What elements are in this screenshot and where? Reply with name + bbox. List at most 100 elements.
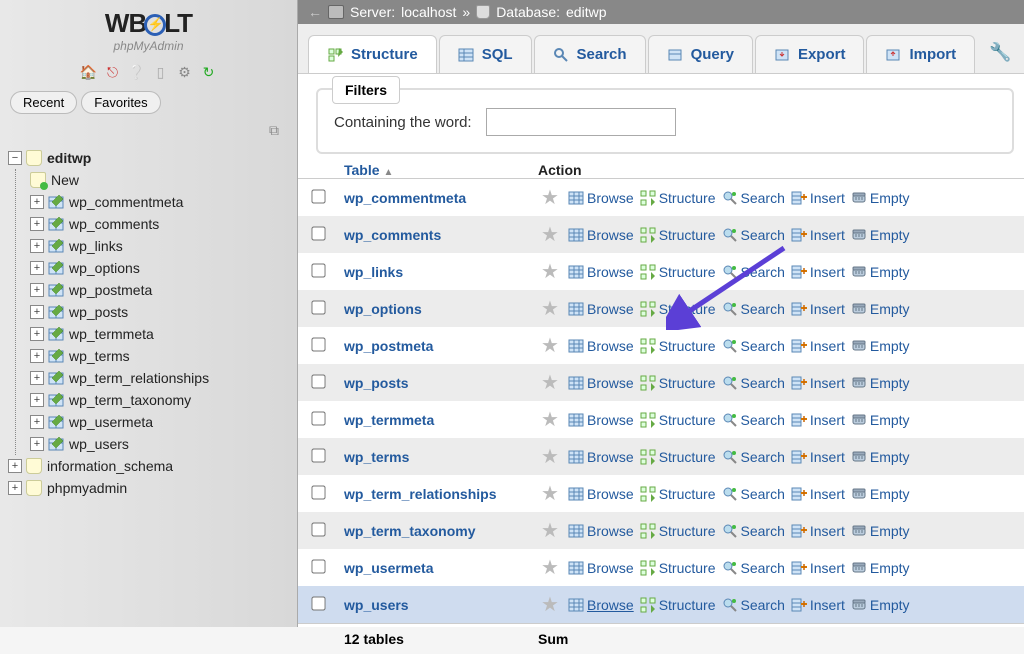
row-checkbox[interactable] (311, 596, 325, 610)
table-name-link[interactable]: wp_termmeta (344, 412, 434, 428)
table-name-link[interactable]: wp_term_taxonomy (344, 523, 475, 539)
insert-link[interactable]: Insert (791, 560, 845, 576)
search-link[interactable]: Search (722, 597, 785, 613)
empty-link[interactable]: Empty (851, 301, 910, 317)
structure-link[interactable]: Structure (640, 375, 716, 391)
tree-table-row[interactable]: + wp_users (16, 433, 291, 455)
star-icon[interactable]: ★ (538, 296, 562, 321)
tab-export[interactable]: Export (755, 35, 865, 73)
tree-table-row[interactable]: +wp_links (16, 235, 291, 257)
browse-link[interactable]: Browse (568, 301, 634, 317)
tab-structure[interactable]: Structure (308, 35, 437, 73)
reload-icon[interactable]: ↻ (200, 63, 218, 81)
tree-table-row[interactable]: +wp_postmeta (16, 279, 291, 301)
browse-link[interactable]: Browse (568, 375, 634, 391)
tree-table-name[interactable]: wp_posts (69, 304, 128, 320)
row-checkbox[interactable] (311, 522, 325, 536)
table-name-link[interactable]: wp_links (344, 264, 403, 280)
tree-table-row[interactable]: +wp_terms (16, 345, 291, 367)
insert-link[interactable]: Insert (791, 412, 845, 428)
empty-link[interactable]: Empty (851, 375, 910, 391)
tab-query[interactable]: Query (648, 35, 753, 73)
expand-icon[interactable]: + (8, 459, 22, 473)
insert-link[interactable]: Insert (791, 486, 845, 502)
star-icon[interactable]: ★ (538, 185, 562, 210)
star-icon[interactable]: ★ (538, 407, 562, 432)
browse-link[interactable]: Browse (568, 190, 634, 206)
insert-link[interactable]: Insert (791, 301, 845, 317)
row-checkbox[interactable] (311, 411, 325, 425)
table-name-link[interactable]: wp_comments (344, 227, 441, 243)
expand-icon[interactable]: + (30, 239, 44, 253)
table-name-link[interactable]: wp_posts (344, 375, 409, 391)
tree-table-name[interactable]: wp_users (69, 436, 129, 452)
star-icon[interactable]: ★ (538, 370, 562, 395)
search-link[interactable]: Search (722, 412, 785, 428)
empty-link[interactable]: Empty (851, 190, 910, 206)
tree-table-row[interactable]: +wp_term_relationships (16, 367, 291, 389)
row-checkbox[interactable] (311, 189, 325, 203)
insert-link[interactable]: Insert (791, 375, 845, 391)
expand-icon[interactable]: + (30, 261, 44, 275)
tab-recent[interactable]: Recent (10, 91, 77, 114)
expand-icon[interactable]: + (30, 283, 44, 297)
chain-icon[interactable]: ⧉ (0, 122, 297, 145)
browse-link[interactable]: Browse (568, 338, 634, 354)
star-icon[interactable]: ★ (538, 518, 562, 543)
tree-table-row[interactable]: +wp_comments (16, 213, 291, 235)
expand-icon[interactable]: + (30, 437, 44, 451)
browse-link[interactable]: Browse (568, 486, 634, 502)
table-name-link[interactable]: wp_term_relationships (344, 486, 497, 502)
help-icon[interactable]: ❔ (128, 63, 146, 81)
empty-link[interactable]: Empty (851, 560, 910, 576)
expand-icon[interactable]: + (30, 305, 44, 319)
tree-db-name[interactable]: phpmyadmin (47, 480, 127, 496)
structure-link[interactable]: Structure (640, 227, 716, 243)
expand-icon[interactable]: + (30, 327, 44, 341)
tree-table-name[interactable]: wp_term_relationships (69, 370, 209, 386)
tree-db-name[interactable]: information_schema (47, 458, 173, 474)
tree-table-name[interactable]: wp_options (69, 260, 140, 276)
structure-link[interactable]: Structure (640, 338, 716, 354)
structure-link[interactable]: Structure (640, 486, 716, 502)
row-checkbox[interactable] (311, 559, 325, 573)
tree-table-row[interactable]: +wp_termmeta (16, 323, 291, 345)
tab-sql[interactable]: SQL (439, 35, 532, 73)
empty-link[interactable]: Empty (851, 264, 910, 280)
home-icon[interactable]: 🏠 (80, 63, 98, 81)
tree-db-name[interactable]: editwp (47, 150, 91, 166)
search-link[interactable]: Search (722, 301, 785, 317)
star-icon[interactable]: ★ (538, 592, 562, 617)
insert-link[interactable]: Insert (791, 264, 845, 280)
search-link[interactable]: Search (722, 338, 785, 354)
table-name-link[interactable]: wp_users (344, 597, 409, 613)
browse-link[interactable]: Browse (568, 449, 634, 465)
insert-link[interactable]: Insert (791, 523, 845, 539)
empty-link[interactable]: Empty (851, 338, 910, 354)
search-link[interactable]: Search (722, 523, 785, 539)
tree-db-row[interactable]: +phpmyadmin (6, 477, 291, 499)
structure-link[interactable]: Structure (640, 412, 716, 428)
structure-link[interactable]: Structure (640, 264, 716, 280)
expand-icon[interactable]: + (30, 195, 44, 209)
insert-link[interactable]: Insert (791, 190, 845, 206)
table-name-link[interactable]: wp_postmeta (344, 338, 433, 354)
star-icon[interactable]: ★ (538, 259, 562, 284)
search-link[interactable]: Search (722, 227, 785, 243)
structure-link[interactable]: Structure (640, 597, 716, 613)
empty-link[interactable]: Empty (851, 412, 910, 428)
tree-table-name[interactable]: wp_terms (69, 348, 130, 364)
row-checkbox[interactable] (311, 300, 325, 314)
breadcrumb-server[interactable]: localhost (401, 4, 456, 20)
search-link[interactable]: Search (722, 449, 785, 465)
table-name-link[interactable]: wp_terms (344, 449, 409, 465)
search-link[interactable]: Search (722, 486, 785, 502)
tree-db-row[interactable]: + information_schema (6, 455, 291, 477)
tree-table-row[interactable]: +wp_term_taxonomy (16, 389, 291, 411)
browse-link[interactable]: Browse (568, 523, 634, 539)
row-checkbox[interactable] (311, 337, 325, 351)
exit-icon[interactable]: ⎋ (104, 63, 122, 81)
docs-icon[interactable]: ▯ (152, 63, 170, 81)
table-name-link[interactable]: wp_commentmeta (344, 190, 466, 206)
gear-icon[interactable]: ⚙ (176, 63, 194, 81)
